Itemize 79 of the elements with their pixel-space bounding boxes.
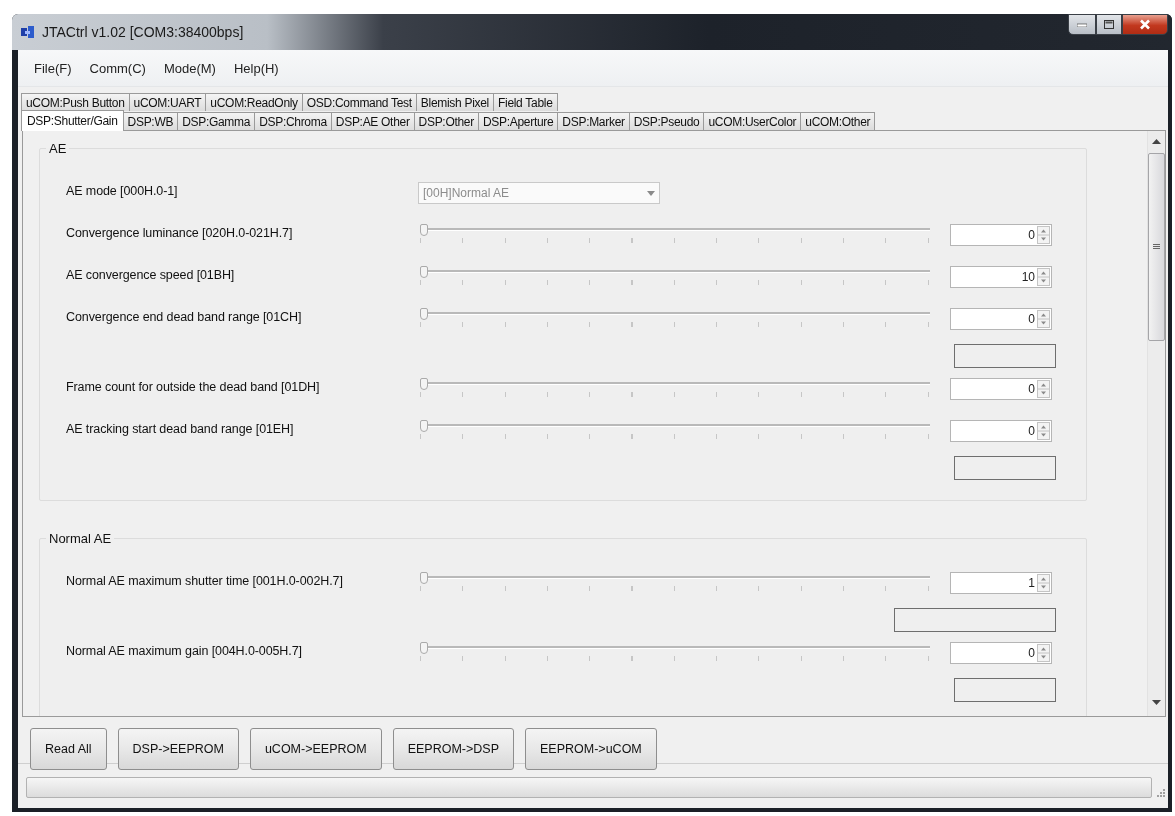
- slider-track[interactable]: [420, 266, 930, 278]
- scroll-down-icon[interactable]: [1152, 700, 1161, 706]
- tab[interactable]: uCOM:UART: [128, 93, 207, 111]
- spin-box[interactable]: 1: [950, 572, 1052, 594]
- field-label: AE convergence speed [01BH]: [66, 267, 236, 282]
- scroll-up-icon[interactable]: [1152, 139, 1161, 145]
- slider-thumb[interactable]: [420, 308, 428, 320]
- menu-item[interactable]: Comm(C): [81, 57, 154, 79]
- tab[interactable]: uCOM:Push Button: [21, 93, 130, 111]
- action-button[interactable]: EEPROM->DSP: [392, 728, 514, 770]
- tab[interactable]: Field Table: [493, 93, 558, 111]
- spin-box[interactable]: 0: [950, 224, 1052, 246]
- field-label: Frame count for outside the dead band [01DH]: [66, 379, 321, 394]
- spin-box[interactable]: 0: [950, 378, 1052, 400]
- action-button[interactable]: DSP->EEPROM: [117, 728, 239, 770]
- field-label: Convergence end dead band range [01CH]: [66, 309, 303, 324]
- action-button[interactable]: Read All: [30, 728, 107, 770]
- tab[interactable]: DSP:Aperture: [477, 112, 559, 130]
- slider-track[interactable]: [420, 308, 930, 320]
- slider-track[interactable]: [420, 420, 930, 432]
- spin-box[interactable]: 0: [950, 642, 1052, 664]
- slider-track[interactable]: [420, 378, 930, 390]
- minimize-button[interactable]: [1068, 14, 1096, 35]
- field-label: Normal AE maximum shutter time [001H.0-002H.7]: [66, 573, 344, 588]
- tab[interactable]: Blemish Pixel: [415, 93, 494, 111]
- app-icon: [20, 25, 36, 39]
- menu-item[interactable]: Mode(M): [155, 57, 224, 79]
- maximize-button[interactable]: [1096, 14, 1122, 35]
- field-label: AE tracking start dead band range [01EH]: [66, 421, 295, 436]
- group-title: Normal AE: [48, 531, 113, 546]
- window-title: JTACtrl v1.02 [COM3:38400bps]: [42, 24, 244, 40]
- tab[interactable]: DSP:Pseudo: [628, 112, 705, 130]
- spin-arrows-icon[interactable]: [1037, 310, 1050, 328]
- spin-box[interactable]: 0: [950, 308, 1052, 330]
- tab[interactable]: DSP:Marker: [557, 112, 630, 130]
- spin-arrows-icon[interactable]: [1037, 226, 1050, 244]
- tab[interactable]: DSP:WB: [122, 112, 179, 130]
- slider-track[interactable]: [420, 642, 930, 654]
- close-icon: [1139, 19, 1151, 30]
- maximize-icon: [1104, 20, 1114, 29]
- spin-arrows-icon[interactable]: [1037, 644, 1050, 662]
- spin-arrows-icon[interactable]: [1037, 380, 1050, 398]
- tab[interactable]: uCOM:UserColor: [703, 112, 802, 130]
- caret-icon: [647, 190, 655, 196]
- spin-box[interactable]: 0: [950, 420, 1052, 442]
- field-label: Convergence luminance [020H.0-021H.7]: [66, 225, 294, 240]
- tab[interactable]: DSP:Chroma: [254, 112, 332, 130]
- spin-arrows-icon[interactable]: [1037, 574, 1050, 592]
- slider-thumb[interactable]: [420, 572, 428, 584]
- tab[interactable]: DSP:AE Other: [330, 112, 415, 130]
- tab[interactable]: DSP:Other: [413, 112, 479, 130]
- slider-thumb[interactable]: [420, 642, 428, 654]
- menu-item[interactable]: Help(H): [225, 57, 287, 79]
- action-button[interactable]: uCOM->EEPROM: [249, 728, 382, 770]
- scrollbar[interactable]: [1147, 131, 1165, 716]
- size-grip-icon[interactable]: [1156, 788, 1166, 798]
- action-button[interactable]: EEPROM->uCOM: [525, 728, 657, 770]
- grip-icon: [1153, 244, 1160, 250]
- close-button[interactable]: [1122, 14, 1168, 35]
- tab[interactable]: DSP:Shutter/Gain: [21, 110, 124, 131]
- group-title: AE: [48, 141, 68, 156]
- slider-track[interactable]: [420, 224, 930, 236]
- minimize-icon: [1077, 22, 1087, 27]
- spin-arrows-icon[interactable]: [1037, 422, 1050, 440]
- tab[interactable]: uCOM:Other: [800, 112, 876, 130]
- slider-track[interactable]: [420, 572, 930, 584]
- field-label: AE mode [000H.0-1]: [66, 183, 179, 198]
- scroll-thumb[interactable]: [1148, 153, 1165, 341]
- slider-thumb[interactable]: [420, 224, 428, 236]
- slider-thumb[interactable]: [420, 266, 428, 278]
- spin-arrows-icon[interactable]: [1037, 268, 1050, 286]
- field-label: Normal AE maximum gain [004H.0-005H.7]: [66, 643, 303, 658]
- tab[interactable]: uCOM:ReadOnly: [205, 93, 303, 111]
- tab[interactable]: DSP:Gamma: [177, 112, 256, 130]
- slider-thumb[interactable]: [420, 378, 428, 390]
- spin-box[interactable]: 10: [950, 266, 1052, 288]
- slider-thumb[interactable]: [420, 420, 428, 432]
- tab[interactable]: OSD:Command Test: [301, 93, 417, 111]
- menu-item[interactable]: File(F): [26, 57, 80, 79]
